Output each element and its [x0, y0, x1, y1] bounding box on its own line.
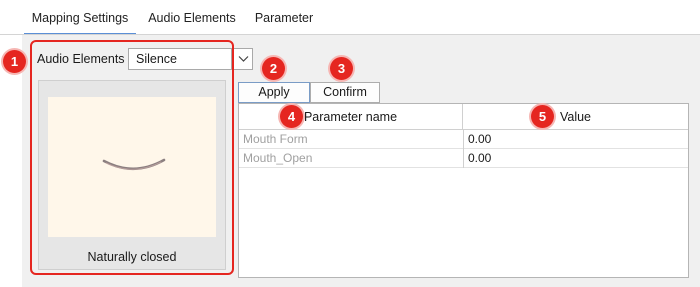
annotation-badge-3: 3	[330, 57, 353, 80]
annotation-badge-4: 4	[280, 105, 303, 128]
column-header-value[interactable]: Value	[463, 104, 688, 130]
parameter-name-cell: Mouth Form	[243, 132, 308, 146]
column-header-parameter-name[interactable]: Parameter name	[239, 104, 463, 130]
apply-button[interactable]: Apply	[238, 82, 310, 103]
tab-bar: Mapping Settings Audio Elements Paramete…	[0, 0, 700, 35]
audio-elements-dropdown-button[interactable]	[233, 48, 253, 70]
tab-mapping-settings[interactable]: Mapping Settings	[24, 0, 136, 35]
column-divider	[463, 130, 464, 168]
tab-parameter[interactable]: Parameter	[248, 0, 320, 33]
tab-audio-elements[interactable]: Audio Elements	[142, 0, 242, 33]
annotation-badge-2: 2	[262, 57, 285, 80]
confirm-button[interactable]: Confirm	[310, 82, 380, 103]
audio-elements-highlight-box	[30, 40, 234, 275]
parameter-name-cell: Mouth_Open	[243, 151, 313, 165]
chevron-down-icon	[238, 56, 249, 62]
parameter-value-cell[interactable]: 0.00	[468, 149, 684, 167]
annotation-badge-5: 5	[531, 105, 554, 128]
parameter-value-cell[interactable]: 0.00	[468, 130, 684, 148]
parameter-table: Parameter name Value Mouth Form 0.00 Mou…	[238, 103, 689, 278]
annotation-badge-1: 1	[3, 50, 26, 73]
